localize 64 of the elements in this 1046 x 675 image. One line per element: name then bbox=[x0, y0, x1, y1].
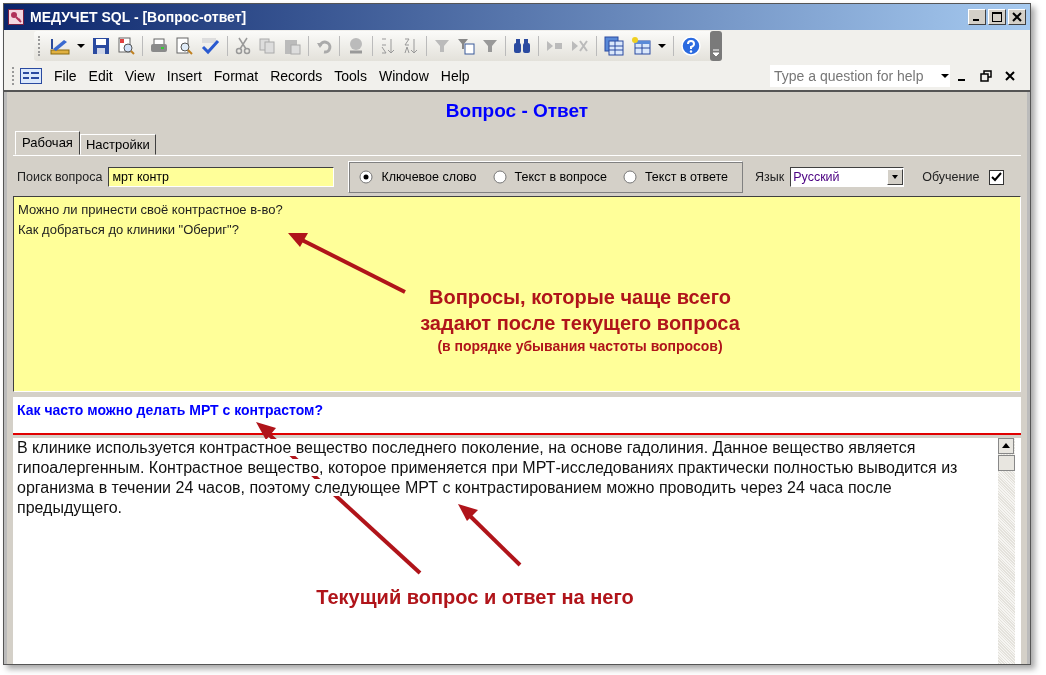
filter-icon[interactable] bbox=[482, 37, 498, 55]
help-icon[interactable] bbox=[681, 36, 701, 56]
training-label: Обучение bbox=[922, 170, 980, 184]
menu-item[interactable]: Tools bbox=[334, 68, 367, 84]
menu-item[interactable]: Edit bbox=[88, 68, 113, 84]
window-title: МЕДУЧЕТ SQL - [Вопрос-ответ] bbox=[30, 9, 247, 25]
scroll-thumb[interactable] bbox=[998, 455, 1015, 471]
scrollbar[interactable] bbox=[998, 438, 1015, 664]
annotation-text: Вопросы, которые чаще всего bbox=[428, 285, 732, 310]
menu-item[interactable]: File bbox=[54, 68, 77, 84]
print-preview-icon[interactable] bbox=[175, 37, 193, 55]
spelling-check-icon[interactable] bbox=[200, 37, 220, 55]
copy-icon bbox=[258, 37, 276, 55]
database-window-icon[interactable] bbox=[604, 36, 624, 56]
radio-option[interactable]: Текст в вопросе bbox=[492, 170, 607, 184]
binoculars-icon[interactable] bbox=[513, 37, 531, 55]
search-field[interactable]: мрт контр bbox=[108, 167, 335, 187]
help-search-field[interactable]: Type a question for help bbox=[770, 65, 950, 87]
printer-icon[interactable] bbox=[150, 37, 168, 55]
caret-icon[interactable] bbox=[891, 174, 900, 180]
scroll-up-icon[interactable] bbox=[998, 438, 1014, 454]
menu-item[interactable]: Records bbox=[270, 68, 323, 84]
document-magnifier-icon[interactable] bbox=[117, 37, 135, 55]
toolbar-options-icon[interactable] bbox=[710, 31, 722, 61]
tab[interactable]: Рабочая bbox=[15, 131, 80, 155]
form-title: Вопрос - Ответ bbox=[444, 99, 590, 123]
clipboard-icon bbox=[283, 37, 301, 55]
maximize-button[interactable] bbox=[988, 9, 1006, 25]
menu-item[interactable]: Format bbox=[213, 68, 259, 84]
ruler-pencil-icon[interactable] bbox=[50, 37, 70, 55]
annotation-note: (в порядке убывания частоты вопросов) bbox=[436, 337, 724, 356]
menu-item[interactable]: Help bbox=[440, 68, 470, 84]
language-label: Язык bbox=[755, 170, 785, 184]
save-icon[interactable] bbox=[92, 37, 110, 55]
menu-item[interactable]: View bbox=[124, 68, 155, 84]
language-dropdown[interactable]: Русский bbox=[790, 167, 905, 187]
scissors-icon bbox=[235, 37, 251, 55]
close-icon[interactable] bbox=[1012, 12, 1022, 22]
restore-icon[interactable] bbox=[980, 70, 992, 82]
answer-text: В клинике используется контрастное вещество последнего поколение, на основе гадолиния. Данное вещество является гипоалергенным. Контрастное вещество, которое применяется при МРТ-исследованиях практически полностью выводится из организма в течении 24 часов, поэтому следующее МРТ с контрастированием можно проводить через 24 часа после предыдущего. bbox=[16, 438, 959, 518]
question-item[interactable]: Можно ли принести своё контрастное в-во? bbox=[18, 200, 1016, 220]
menu-item[interactable]: Window bbox=[378, 68, 429, 84]
new-table-icon[interactable] bbox=[631, 36, 651, 56]
radio-option[interactable]: Текст в ответе bbox=[622, 170, 728, 184]
question-item[interactable]: Как добраться до клиники "Обериг"? bbox=[18, 220, 1016, 240]
arrow bbox=[458, 504, 522, 567]
sort-descending-icon[interactable] bbox=[403, 37, 419, 55]
filter-form-icon[interactable] bbox=[457, 37, 475, 55]
tab[interactable]: Настройки bbox=[79, 134, 156, 155]
close-button[interactable] bbox=[1008, 9, 1026, 25]
radio-button[interactable] bbox=[359, 170, 374, 184]
current-question: Как часто можно делать МРТ с контрастом? bbox=[17, 402, 323, 418]
radio-button[interactable] bbox=[622, 170, 637, 184]
maximize-icon[interactable] bbox=[992, 12, 1002, 22]
form-icon[interactable] bbox=[20, 68, 42, 84]
annotation-text: задают после текущего вопроса bbox=[419, 311, 741, 336]
training-checkbox[interactable] bbox=[989, 169, 1005, 185]
annotation-text: Текущий вопрос и ответ на него bbox=[315, 585, 635, 610]
menu-item[interactable]: Insert bbox=[166, 68, 202, 84]
search-label: Поиск вопроса bbox=[17, 170, 103, 184]
minimize-button[interactable] bbox=[968, 9, 986, 25]
radio-option[interactable]: Ключевое слово bbox=[359, 170, 477, 184]
close-icon[interactable] bbox=[1004, 70, 1016, 82]
radio-button[interactable] bbox=[492, 170, 507, 184]
